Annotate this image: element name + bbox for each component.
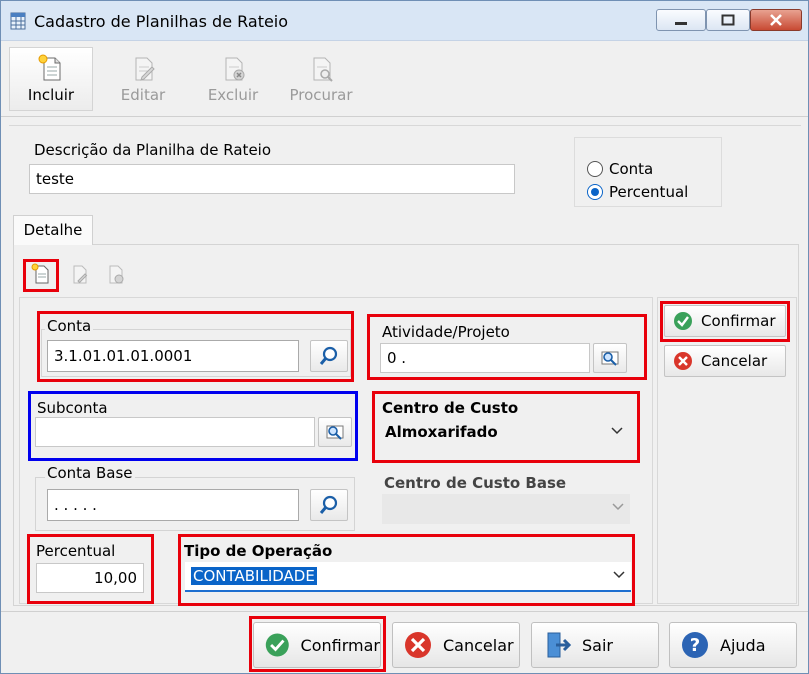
footer-confirmar-button[interactable]: Confirmar [253,622,381,668]
centro-custo-base-label: Centro de Custo Base [384,474,567,492]
footer-ajuda-label: Ajuda [720,635,766,655]
new-document-icon [38,54,61,81]
radio-percentual-circle[interactable] [587,184,603,200]
side-confirmar-label: Confirmar [701,312,776,330]
footer-sair-label: Sair [582,635,613,655]
tipo-operacao-value: CONTABILIDADE [191,567,317,585]
percentual-input[interactable]: 10,00 [36,563,144,593]
footer-cancelar-label: Cancelar [443,635,514,655]
maximize-button[interactable] [706,9,750,31]
percentual-label: Percentual [36,542,116,560]
tipo-operacao-label: Tipo de Operação [184,542,333,560]
subconta-lookup-button[interactable] [318,417,352,447]
window-title: Cadastro de Planilhas de Rateio [34,12,289,31]
excluir-label: Excluir [207,86,259,104]
minimize-button[interactable] [656,9,706,31]
centro-custo-base-select[interactable] [382,494,630,524]
cancel-circle-icon [674,352,692,370]
incluir-label: Incluir [27,86,75,104]
atividade-lookup-button[interactable] [593,343,627,373]
detail-edit-button[interactable] [65,259,91,289]
centro-custo-select[interactable]: Almoxarifado [379,418,629,448]
delete-document-icon [109,265,124,284]
detail-delete-button[interactable] [101,259,127,289]
svg-text:?: ? [690,635,700,656]
atividade-label: Atividade/Projeto [382,323,510,341]
conta-base-search-button[interactable] [310,489,348,521]
centro-custo-label: Centro de Custo [382,399,519,417]
radio-conta-label: Conta [609,160,654,178]
footer-confirmar-label: Confirmar [300,635,380,655]
chevron-down-icon [611,427,623,435]
footer-cancelar-button[interactable]: Cancelar [392,622,520,668]
footer-ajuda-button[interactable]: ? Ajuda [669,622,797,668]
cancel-circle-icon [405,632,431,658]
tipo-operacao-select[interactable]: CONTABILIDADE [185,562,631,592]
radio-percentual-label: Percentual [609,183,689,201]
maximize-icon [721,14,735,26]
editar-button[interactable]: Editar [101,47,185,111]
binoculars-search-icon [326,425,344,440]
subconta-label: Subconta [37,399,108,417]
chevron-down-icon [613,571,625,579]
conta-base-label: Conta Base [45,464,135,482]
spreadsheet-icon [10,12,26,30]
excluir-button[interactable]: Excluir [191,47,275,111]
chevron-down-icon [612,503,624,511]
search-document-icon [313,57,333,82]
descricao-label: Descrição da Planilha de Rateio [34,141,272,159]
side-confirmar-button[interactable]: Confirmar [664,305,786,337]
title-bar: Cadastro de Planilhas de Rateio [1,1,808,41]
procurar-button[interactable]: Procurar [279,47,363,111]
binoculars-search-icon [601,351,619,366]
side-actions-box [657,297,797,604]
centro-custo-value: Almoxarifado [385,423,498,441]
help-icon: ? [682,632,708,658]
magnifier-icon [319,495,338,514]
minimize-icon [675,22,687,25]
toolbar: Incluir Editar Excluir Procurar [1,41,808,117]
conta-label: Conta [45,317,94,335]
descricao-input[interactable]: teste [29,164,515,194]
editar-label: Editar [120,86,166,104]
close-icon [770,14,782,26]
tab-detalhe[interactable]: Detalhe [13,215,93,245]
radio-conta-circle[interactable] [587,161,603,177]
detail-add-button[interactable] [27,259,53,289]
delete-document-icon [225,57,245,81]
side-cancelar-button[interactable]: Cancelar [664,345,786,377]
radio-conta[interactable]: Conta [587,160,653,178]
conta-base-input[interactable]: . . . . . [47,489,299,521]
check-circle-icon [674,312,692,330]
side-cancelar-label: Cancelar [701,352,768,370]
edit-document-icon [135,57,155,81]
footer-sair-button[interactable]: Sair [531,622,659,668]
atividade-input[interactable]: 0 . [380,343,590,373]
exit-door-icon [547,632,572,658]
procurar-label: Procurar [289,86,353,104]
edit-document-icon [73,265,88,284]
check-circle-icon [265,633,289,657]
subconta-input[interactable] [35,417,315,447]
incluir-button[interactable]: Incluir [9,47,93,111]
radio-percentual[interactable]: Percentual [587,183,688,201]
conta-search-button[interactable] [310,340,348,372]
main-window: Cadastro de Planilhas de Rateio Incluir [0,0,809,674]
close-button[interactable] [750,9,802,31]
magnifier-icon [319,346,338,365]
tipo-rateio-radio-group: Conta Percentual [574,137,722,207]
conta-input[interactable]: 3.1.01.01.01.0001 [47,340,299,372]
new-document-icon [31,263,49,284]
